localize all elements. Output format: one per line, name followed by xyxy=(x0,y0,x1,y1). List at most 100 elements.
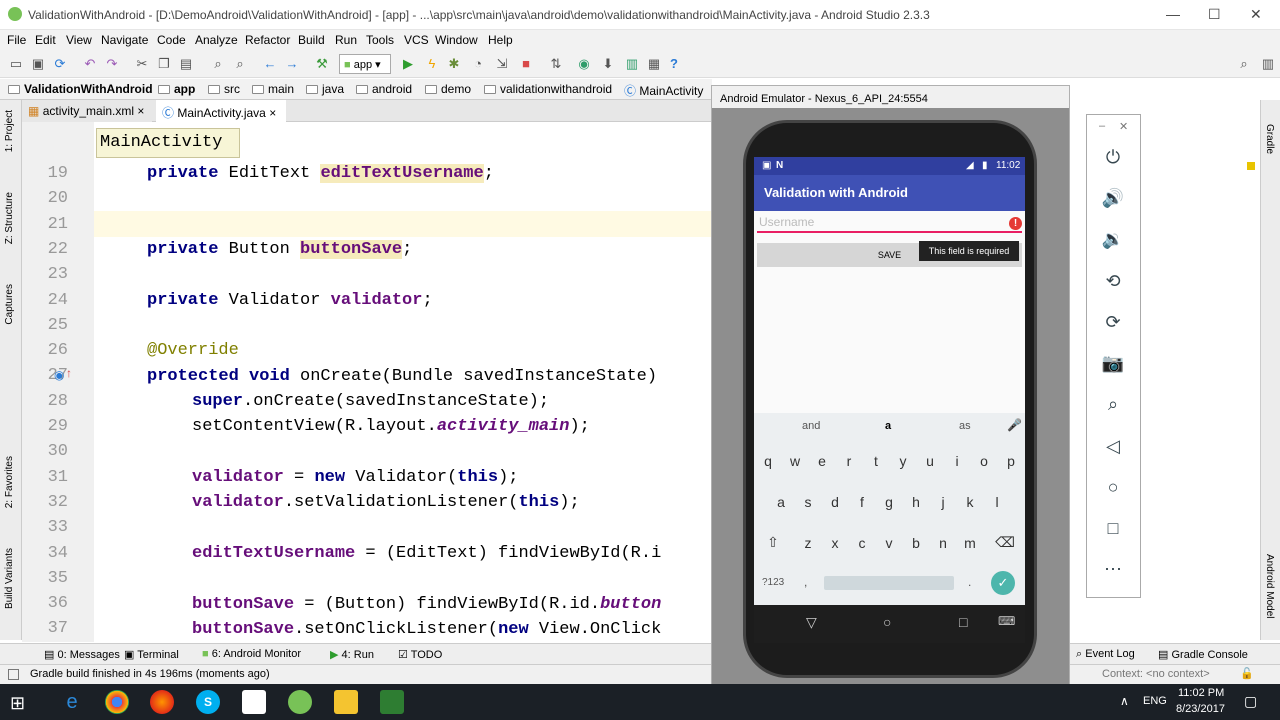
close-tab-icon[interactable]: × xyxy=(269,106,276,120)
microphone-icon[interactable]: 🎤 xyxy=(1007,418,1022,432)
key[interactable]: p xyxy=(1000,453,1022,469)
messages-tool-button[interactable]: ▤ 0: Messages xyxy=(44,648,120,661)
find-icon[interactable]: ⌕ xyxy=(210,56,226,72)
phone-screen[interactable]: ▣ N ◢ ▮ 11:02 Validation with Android Us… xyxy=(754,157,1025,605)
breadcrumb-android[interactable]: android xyxy=(356,82,412,96)
structure-tool-button[interactable]: Z: Structure xyxy=(4,192,15,244)
clock-date[interactable]: 8/23/2017 xyxy=(1176,703,1225,715)
key[interactable]: w xyxy=(784,453,806,469)
tab-main-activity-java[interactable]: Ⓒ MainActivity.java × xyxy=(156,100,286,122)
edge-icon[interactable]: e xyxy=(60,690,84,714)
key[interactable]: j xyxy=(932,494,954,510)
error-icon[interactable]: ! xyxy=(1009,217,1022,230)
event-log-tool-button[interactable]: ⌕ Event Log xyxy=(1076,648,1135,661)
home-icon[interactable]: ○ xyxy=(1101,475,1125,499)
file-explorer-icon[interactable] xyxy=(334,690,358,714)
key[interactable]: f xyxy=(851,494,873,510)
maximize-icon[interactable]: ☐ xyxy=(1208,6,1221,23)
copy-icon[interactable]: ❐ xyxy=(156,56,172,72)
key[interactable]: s xyxy=(797,494,819,510)
username-field[interactable]: Username xyxy=(757,215,1022,233)
key[interactable]: i xyxy=(946,453,968,469)
android-model-tool-button[interactable]: Android Model xyxy=(1264,554,1275,618)
menu-help[interactable]: Help xyxy=(488,33,513,47)
tool-windows-icon[interactable] xyxy=(8,669,19,680)
menu-edit[interactable]: Edit xyxy=(35,33,56,47)
tray-chevron-icon[interactable]: ∧ xyxy=(1120,694,1129,708)
profile-icon[interactable]: ◔ xyxy=(470,56,486,72)
open-folder-icon[interactable]: ▭ xyxy=(8,56,24,72)
make-project-icon[interactable]: ⚒ xyxy=(314,56,330,72)
redo-icon[interactable]: ↷ xyxy=(104,56,120,72)
override-marker-icon[interactable]: ◉ xyxy=(54,368,64,382)
start-icon[interactable]: ⊞ xyxy=(10,693,25,714)
close-tab-icon[interactable]: × xyxy=(137,104,144,118)
key[interactable]: d xyxy=(824,494,846,510)
key[interactable]: g xyxy=(878,494,900,510)
breadcrumb-class[interactable]: Ⓒ MainActivity xyxy=(624,82,703,99)
breadcrumb-demo[interactable]: demo xyxy=(425,82,471,96)
key[interactable]: m xyxy=(959,535,981,551)
avd-manager-icon[interactable]: ◉ xyxy=(576,56,592,72)
power-icon[interactable]: ⏻ xyxy=(1101,145,1125,169)
enter-key-icon[interactable]: ✓ xyxy=(991,571,1015,595)
warning-marker[interactable] xyxy=(1247,162,1255,170)
sdk-manager-icon[interactable]: ⬇ xyxy=(600,56,616,72)
key[interactable]: e xyxy=(811,453,833,469)
zoom-icon[interactable]: ⌕ xyxy=(1101,392,1125,416)
todo-tool-button[interactable]: ☑ TODO xyxy=(398,648,442,661)
apply-changes-icon[interactable]: ϟ xyxy=(424,56,440,72)
gradle-tool-button[interactable]: Gradle xyxy=(1264,124,1275,154)
breadcrumb-main[interactable]: main xyxy=(252,82,294,96)
menu-build[interactable]: Build xyxy=(298,33,325,47)
implements-arrow-icon[interactable]: ↑ xyxy=(66,366,72,380)
breadcrumb-src[interactable]: src xyxy=(208,82,240,96)
menu-navigate[interactable]: Navigate xyxy=(101,33,148,47)
key[interactable]: y xyxy=(892,453,914,469)
skype-icon[interactable]: S xyxy=(196,690,220,714)
key[interactable]: a xyxy=(770,494,792,510)
undo-icon[interactable]: ↶ xyxy=(82,56,98,72)
android-device-monitor-icon[interactable]: ▥ xyxy=(624,56,640,72)
breadcrumb-app[interactable]: app xyxy=(158,82,195,96)
menu-run[interactable]: Run xyxy=(335,33,357,47)
notepad-icon[interactable] xyxy=(242,690,266,714)
terminal-tool-button[interactable]: ▣ Terminal xyxy=(124,648,179,661)
project-tool-button[interactable]: 1: Project xyxy=(4,110,15,152)
build-variants-tool-button[interactable]: Build Variants xyxy=(4,548,15,609)
breadcrumb-project[interactable]: ValidationWithAndroid xyxy=(8,82,153,96)
clock-time[interactable]: 11:02 PM xyxy=(1178,687,1224,699)
gradle-console-tool-button[interactable]: ▤ Gradle Console xyxy=(1158,648,1248,661)
save-icon[interactable]: ▣ xyxy=(30,56,46,72)
run-icon[interactable]: ▶ xyxy=(400,56,416,72)
key[interactable]: b xyxy=(905,535,927,551)
overview-icon[interactable]: □ xyxy=(1101,516,1125,540)
key[interactable]: c xyxy=(851,535,873,551)
back-nav-icon[interactable]: ▽ xyxy=(806,614,817,631)
lock-icon[interactable]: 🔓 xyxy=(1240,667,1254,680)
debug-icon[interactable]: ✱ xyxy=(446,56,462,72)
minimize-icon[interactable]: — xyxy=(1166,6,1180,22)
paste-icon[interactable]: ▤ xyxy=(178,56,194,72)
key[interactable]: u xyxy=(919,453,941,469)
suggestion-as[interactable]: as xyxy=(959,420,971,432)
suggestion-and[interactable]: and xyxy=(802,420,820,432)
symbols-key[interactable]: ?123 xyxy=(762,577,784,588)
sync-gradle-icon[interactable]: ⇅ xyxy=(548,56,564,72)
sync-icon[interactable]: ⟳ xyxy=(52,56,68,72)
help-icon[interactable]: ? xyxy=(666,56,682,72)
menu-tools[interactable]: Tools xyxy=(366,33,394,47)
key[interactable]: v xyxy=(878,535,900,551)
cut-icon[interactable]: ✂ xyxy=(134,56,150,72)
back-icon[interactable]: ← xyxy=(262,56,278,72)
search-everywhere-icon[interactable]: ⌕ xyxy=(1236,56,1252,72)
suggestion-a[interactable]: a xyxy=(885,420,891,432)
menu-vcs[interactable]: VCS xyxy=(404,33,429,47)
emulator-taskbar-icon[interactable] xyxy=(380,690,404,714)
rotate-right-icon[interactable]: ⟳ xyxy=(1101,310,1125,334)
space-key[interactable] xyxy=(824,576,954,590)
key[interactable]: q xyxy=(757,453,779,469)
close-emulator-icon[interactable]: ✕ xyxy=(1119,120,1128,133)
stop-icon[interactable]: ■ xyxy=(518,56,534,72)
home-nav-icon[interactable]: ○ xyxy=(883,614,891,630)
